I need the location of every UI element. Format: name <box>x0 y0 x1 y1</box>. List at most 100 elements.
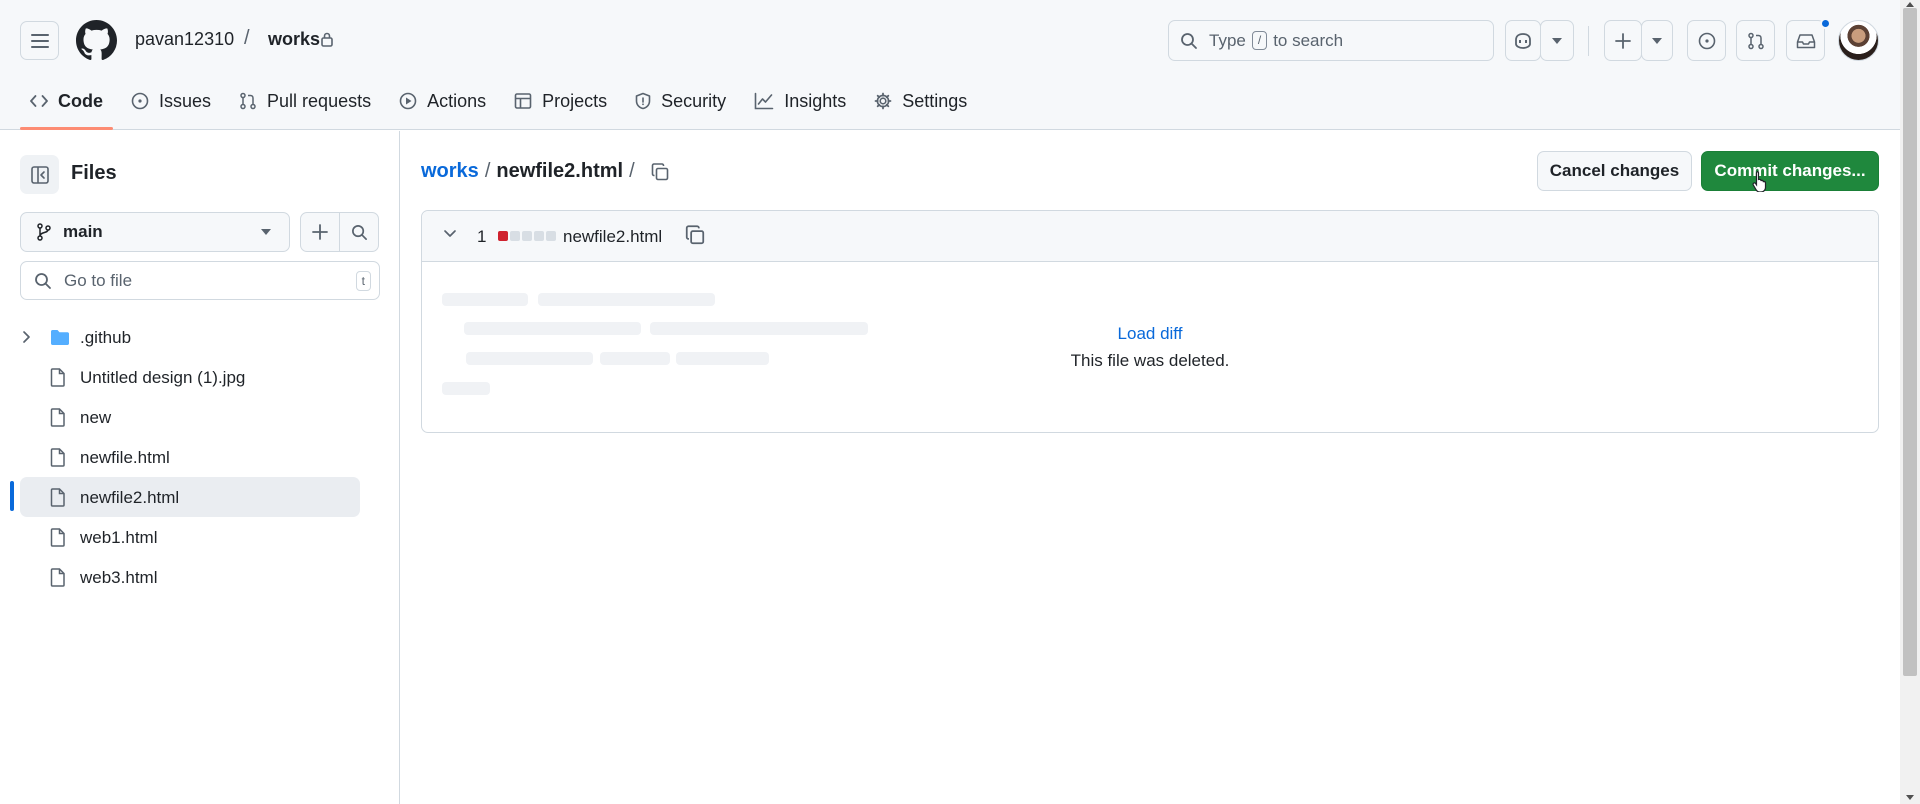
selected-item-indicator <box>10 481 14 511</box>
caret-down-icon <box>1552 37 1562 44</box>
add-file-button[interactable] <box>300 212 340 252</box>
tab-label: Code <box>58 90 103 111</box>
tab-label: Issues <box>159 90 212 111</box>
tree-item-file[interactable]: web1.html <box>20 517 360 557</box>
tree-item-file[interactable]: new <box>20 397 360 437</box>
tab-label: Insights <box>784 90 847 111</box>
breadcrumb-separator: / <box>484 160 491 182</box>
code-icon <box>30 95 48 107</box>
copilot-icon <box>1515 32 1531 49</box>
scrollbar-thumb[interactable] <box>1903 8 1917 676</box>
tab-projects[interactable]: Projects <box>504 82 617 120</box>
copy-path-button[interactable] <box>647 159 673 185</box>
tab-pull-requests[interactable]: Pull requests <box>229 82 381 120</box>
create-new-dropdown-button[interactable] <box>1641 20 1673 61</box>
lock-icon <box>321 32 333 47</box>
tree-item-github-folder[interactable]: .github <box>20 317 360 357</box>
plus-icon <box>312 224 328 240</box>
skeleton-line <box>538 293 715 306</box>
scroll-down-arrow[interactable] <box>1906 795 1914 800</box>
load-diff-link[interactable]: Load diff <box>422 324 1878 344</box>
breadcrumb-trailing-separator: / <box>629 160 635 182</box>
skeleton-line <box>442 293 528 306</box>
tree-item-file[interactable]: Untitled design (1).jpg <box>20 357 360 397</box>
breadcrumb-repo-link[interactable]: works <box>421 160 479 183</box>
cancel-changes-button[interactable]: Cancel changes <box>1537 151 1692 191</box>
tab-insights[interactable]: Insights <box>744 82 856 120</box>
tab-label: Settings <box>902 90 968 111</box>
menu-button[interactable] <box>20 21 59 60</box>
file-icon <box>50 568 65 587</box>
shield-icon <box>635 92 651 110</box>
go-to-file-input[interactable]: Go to file t <box>20 261 380 300</box>
file-tree-sidebar: Files main Go to file t .github Untitled… <box>0 131 400 804</box>
tree-item-label: .github <box>80 328 132 347</box>
diffstat-neutral-block <box>534 231 544 241</box>
tree-item-file[interactable]: web3.html <box>20 557 360 597</box>
issues-button[interactable] <box>1687 20 1726 61</box>
global-search-input[interactable]: Type / to search <box>1168 20 1494 61</box>
gear-icon <box>874 92 892 110</box>
diffstat-neutral-block <box>510 231 520 241</box>
skeleton-line <box>442 382 490 395</box>
play-icon <box>399 92 417 110</box>
tab-security[interactable]: Security <box>625 82 736 120</box>
file-tree: .github Untitled design (1).jpg new newf… <box>20 317 360 597</box>
file-icon <box>50 448 65 467</box>
copy-icon[interactable] <box>684 224 706 246</box>
tab-actions[interactable]: Actions <box>389 82 496 120</box>
inbox-button[interactable] <box>1786 20 1825 61</box>
diff-filename: newfile2.html <box>563 227 663 246</box>
repo-owner-link[interactable]: pavan12310 <box>135 29 234 50</box>
branch-selector[interactable]: main <box>20 212 290 252</box>
pull-requests-button[interactable] <box>1736 20 1775 61</box>
tree-item-label: new <box>80 408 112 427</box>
notification-dot <box>1820 18 1831 29</box>
tab-label: Security <box>661 90 727 111</box>
git-branch-icon <box>37 223 51 241</box>
copilot-button[interactable] <box>1505 20 1541 61</box>
tree-item-label: web3.html <box>80 568 158 587</box>
folder-icon <box>51 330 69 345</box>
user-avatar[interactable] <box>1838 20 1879 61</box>
tab-issues[interactable]: Issues <box>121 82 221 120</box>
tree-item-file[interactable]: newfile.html <box>20 437 360 477</box>
diffstat-neutral-block <box>522 231 532 241</box>
inbox-icon <box>1796 33 1815 48</box>
copilot-dropdown-button[interactable] <box>1540 20 1574 61</box>
chevron-down-icon[interactable] <box>443 229 457 238</box>
branch-name: main <box>63 222 103 241</box>
tree-item-label: Untitled design (1).jpg <box>80 368 246 387</box>
search-icon <box>351 224 367 240</box>
caret-down-icon <box>261 229 271 235</box>
go-to-file-placeholder: Go to file <box>64 270 133 290</box>
search-files-button[interactable] <box>339 212 379 252</box>
search-icon <box>35 272 51 289</box>
file-icon <box>50 488 65 507</box>
breadcrumb: works / newfile2.html / <box>421 160 641 183</box>
page-scrollbar[interactable] <box>1900 0 1920 804</box>
diffstat-deletion-block <box>498 231 508 241</box>
search-shortcut-key: / <box>1251 31 1268 50</box>
hand-cursor-icon <box>1752 170 1767 192</box>
breadcrumb-filename: newfile2.html <box>496 160 624 182</box>
tab-label: Projects <box>542 90 608 111</box>
tree-item-label: newfile.html <box>80 448 170 467</box>
chevron-right-icon[interactable] <box>22 330 31 344</box>
diff-change-count: 1 <box>477 227 487 246</box>
commit-changes-button[interactable]: Commit changes... <box>1701 151 1879 191</box>
tab-settings[interactable]: Settings <box>864 82 977 120</box>
header-divider <box>1588 26 1589 56</box>
github-logo-icon[interactable] <box>76 20 117 61</box>
table-icon <box>514 93 532 109</box>
tab-code[interactable]: Code <box>20 82 113 130</box>
app-header: pavan12310 / works Type / to search Code <box>0 0 1900 130</box>
tree-item-file-selected[interactable]: newfile2.html <box>20 477 360 517</box>
collapse-sidebar-button[interactable] <box>20 155 59 194</box>
owner-repo-separator: / <box>244 27 250 49</box>
files-heading: Files <box>71 162 117 184</box>
repo-name-link[interactable]: works <box>268 29 320 50</box>
scroll-up-arrow[interactable] <box>1906 2 1914 7</box>
hamburger-icon <box>30 33 49 48</box>
create-new-button[interactable] <box>1604 20 1642 61</box>
